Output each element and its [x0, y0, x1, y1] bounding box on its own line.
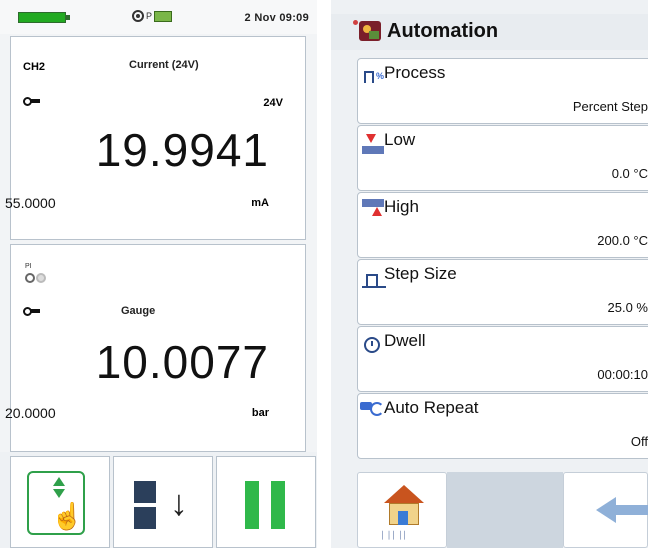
menu-item-value: 25.0 %	[607, 300, 648, 315]
channel-function: Current (24V)	[129, 59, 199, 71]
menu-item-label: Process	[384, 63, 446, 82]
task-button[interactable]: ☝	[10, 456, 110, 548]
status-icons: P	[132, 10, 173, 23]
menu-item-label: Dwell	[384, 331, 426, 350]
home-button[interactable]: ⏐ ⏐⏐ ⏐⏐	[357, 472, 447, 548]
secondary-value: 20.0000	[5, 405, 56, 421]
key-icon	[23, 307, 40, 316]
date-time: 2 Nov 09:09	[244, 12, 309, 24]
task-hand-icon: ☝	[27, 471, 85, 535]
primary-reading: 19.9941	[95, 124, 269, 176]
process-icon	[364, 71, 374, 83]
channel-range: 24V	[263, 97, 283, 109]
status-bar: P 2 Nov 09:09	[0, 0, 317, 34]
back-button[interactable]	[563, 472, 648, 548]
home-status-glyphs: ⏐ ⏐⏐ ⏐⏐	[380, 531, 408, 540]
dwell-icon	[364, 337, 380, 353]
step-icon	[366, 274, 378, 286]
right-toolbar: ⏐ ⏐⏐ ⏐⏐	[331, 462, 648, 548]
empty-softkey	[447, 472, 563, 548]
title-bar: Automation	[331, 14, 648, 50]
menu-item-value: 0.0 °C	[611, 166, 648, 181]
page-title: Automation	[387, 20, 499, 42]
pressure-indicator-icon: PI	[25, 263, 47, 288]
menu-item-value: 200.0 °C	[597, 233, 648, 248]
automation-icon	[359, 21, 381, 41]
automation-screen: Automation % Process Percent Step Low 0.…	[331, 0, 648, 548]
channel-function: Gauge	[121, 305, 156, 317]
channel-tag: CH2	[23, 61, 46, 73]
menu-item-process[interactable]: % Process Percent Step	[357, 58, 648, 124]
battery-icon	[18, 12, 70, 23]
primary-reading: 10.0077	[95, 336, 269, 388]
pressure-link-icon	[154, 10, 173, 22]
menu-item-label: Step Size	[384, 264, 457, 283]
menu-item-step-size[interactable]: Step Size 25.0 %	[357, 259, 648, 325]
menu-item-auto-repeat[interactable]: Auto Repeat Off	[357, 393, 648, 459]
menu-item-label: Auto Repeat	[384, 398, 479, 417]
menu-item-value: 00:00:10	[597, 367, 648, 382]
sensor-icon	[132, 10, 144, 23]
calibrator-main-screen: P 2 Nov 09:09 CH2 Current (24V) 24V 19.9…	[0, 0, 317, 548]
menu-item-label: Low	[384, 130, 416, 149]
reading-unit: mA	[251, 197, 269, 209]
indicator-label: P	[146, 11, 153, 22]
low-icon	[362, 146, 384, 154]
menu-item-value: Percent Step	[572, 99, 648, 114]
secondary-value: 55.0000	[5, 195, 56, 211]
pause-button[interactable]	[216, 456, 316, 548]
high-icon	[362, 199, 384, 207]
reading-unit: bar	[251, 407, 269, 419]
menu-item-value: Off	[630, 434, 648, 449]
menu-item-low[interactable]: Low 0.0 °C	[357, 125, 648, 191]
channel-panel-current[interactable]: CH2 Current (24V) 24V 19.9941 55.0000 mA	[5, 36, 306, 240]
pi-label: PI	[25, 263, 32, 270]
channel-panel-pressure[interactable]: PI Gauge 10.0077 20.0000 bar	[5, 244, 306, 452]
menu-item-label: High	[384, 197, 419, 216]
left-toolbar: ☝ ↓	[0, 452, 317, 548]
key-icon	[23, 97, 40, 106]
menu-item-high[interactable]: High 200.0 °C	[357, 192, 648, 258]
menu-item-dwell[interactable]: Dwell 00:00:10	[357, 326, 648, 392]
view-button[interactable]: ↓	[113, 456, 213, 548]
